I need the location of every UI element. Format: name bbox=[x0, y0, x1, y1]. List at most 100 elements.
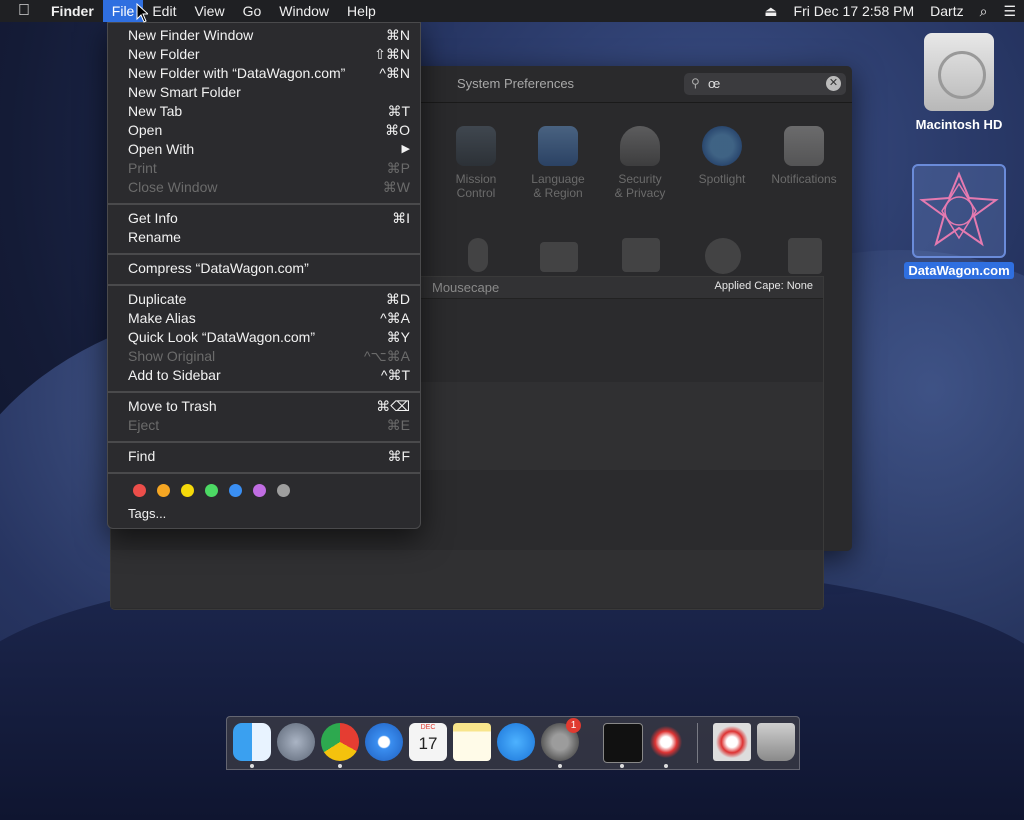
terminal-icon[interactable] bbox=[603, 723, 643, 763]
eject-icon[interactable]: ⏏ bbox=[756, 3, 785, 20]
menu-item-find[interactable]: Find ⌘F bbox=[108, 447, 420, 466]
menu-separator bbox=[108, 203, 420, 205]
desktop-icon-macintosh-hd[interactable]: Macintosh HD bbox=[904, 33, 1014, 132]
startup-disk-icon[interactable] bbox=[788, 238, 822, 274]
running-indicator bbox=[250, 764, 254, 768]
list-row[interactable] bbox=[111, 550, 823, 608]
search-value: œ bbox=[708, 76, 721, 91]
pref-notifications[interactable]: Notifications bbox=[764, 126, 844, 186]
menu-item-show-original: Show Original ^⌥⌘A bbox=[128, 348, 410, 364]
cursor-icon bbox=[136, 3, 148, 23]
spotlight-search-icon[interactable]: ⌕ bbox=[972, 3, 996, 20]
menu-help[interactable]: Help bbox=[338, 0, 385, 22]
menu-go[interactable]: Go bbox=[234, 0, 271, 22]
menu-item-open-with[interactable]: Open With ▶ bbox=[108, 140, 420, 159]
mousecape-icon[interactable] bbox=[647, 723, 685, 761]
menu-bar:  Finder File Edit View Go Window Help ⏏… bbox=[0, 0, 1024, 22]
menu-item-tags[interactable]: Tags... bbox=[108, 504, 420, 523]
running-indicator bbox=[620, 764, 624, 768]
app-store-icon[interactable] bbox=[497, 723, 535, 761]
search-input[interactable]: ⚲ œ ✕ bbox=[684, 73, 846, 95]
menu-separator bbox=[108, 253, 420, 255]
calendar-icon[interactable]: DEC 17 bbox=[409, 723, 447, 761]
menu-edit[interactable]: Edit bbox=[143, 0, 185, 22]
menu-item-quick-look[interactable]: Quick Look “DataWagon.com” ⌘Y bbox=[108, 328, 420, 347]
menu-finder[interactable]: Finder bbox=[42, 0, 103, 22]
pref-label: Language & Region bbox=[531, 172, 585, 200]
menu-item-make-alias[interactable]: Make Alias ^⌘A bbox=[108, 309, 420, 328]
menu-item-open[interactable]: Open ⌘O bbox=[108, 121, 420, 140]
menu-item-compress[interactable]: Compress “DataWagon.com” bbox=[108, 259, 420, 278]
menu-view[interactable]: View bbox=[185, 0, 233, 22]
safari-icon[interactable] bbox=[365, 723, 403, 761]
menu-item-move-to-trash[interactable]: Move to Trash ⌘⌫ bbox=[108, 397, 420, 416]
notification-badge: 1 bbox=[566, 718, 581, 733]
search-icon: ⚲ bbox=[691, 76, 700, 90]
pref-language-region[interactable]: Language & Region bbox=[518, 126, 598, 200]
pref-label: Spotlight bbox=[698, 172, 746, 186]
menu-item-new-finder-window[interactable]: New Finder Window ⌘N bbox=[108, 26, 420, 45]
launchpad-icon[interactable] bbox=[277, 723, 315, 761]
menu-item-new-smart-folder[interactable]: New Smart Folder bbox=[108, 83, 420, 102]
menu-item-print: Print ⌘P bbox=[128, 160, 410, 176]
menu-item-new-tab[interactable]: New Tab ⌘T bbox=[108, 102, 420, 121]
globe-flag-icon bbox=[538, 126, 578, 166]
applied-cape: Applied Cape: None bbox=[714, 280, 813, 292]
trackpad-icon[interactable] bbox=[540, 242, 578, 272]
running-indicator bbox=[664, 764, 668, 768]
menu-separator bbox=[108, 441, 420, 443]
menu-separator bbox=[108, 284, 420, 286]
divider bbox=[400, 102, 852, 103]
desktop-icon-label: DataWagon.com bbox=[904, 262, 1014, 279]
menu-item-get-info[interactable]: Get Info ⌘I bbox=[108, 209, 420, 228]
tag-blue[interactable] bbox=[229, 484, 242, 497]
notifications-icon bbox=[784, 126, 824, 166]
notes-icon[interactable] bbox=[453, 723, 491, 761]
menu-separator bbox=[108, 472, 420, 474]
menu-item-close-window: Close Window ⌘W bbox=[128, 179, 410, 195]
running-indicator bbox=[558, 764, 562, 768]
menu-item-duplicate[interactable]: Duplicate ⌘D bbox=[108, 290, 420, 309]
menu-window[interactable]: Window bbox=[270, 0, 338, 22]
apple-menu-icon[interactable]:  bbox=[0, 0, 42, 22]
mousecape-title: Mousecape bbox=[432, 280, 500, 295]
menu-item-eject: Eject ⌘E bbox=[128, 417, 410, 433]
chrome-icon[interactable] bbox=[321, 723, 359, 761]
mouse-icon[interactable] bbox=[468, 238, 488, 272]
user-name[interactable]: Dartz bbox=[922, 3, 971, 19]
finder-icon[interactable] bbox=[233, 723, 271, 761]
dock: DEC 17 1 bbox=[226, 716, 800, 770]
pref-mission-control[interactable]: Mission Control bbox=[436, 126, 516, 200]
trash-icon[interactable] bbox=[757, 723, 795, 761]
datawagon-file-icon bbox=[912, 164, 1006, 258]
menu-item-add-to-sidebar[interactable]: Add to Sidebar ^⌘T bbox=[108, 366, 420, 385]
menu-item-rename[interactable]: Rename bbox=[108, 228, 420, 247]
calendar-day: 17 bbox=[418, 734, 438, 753]
clock[interactable]: Fri Dec 17 2:58 PM bbox=[786, 3, 923, 19]
desktop-icon-datawagon[interactable]: DataWagon.com bbox=[904, 164, 1014, 279]
menu-item-new-folder-with-selection[interactable]: New Folder with “DataWagon.com” ^⌘N bbox=[108, 64, 420, 83]
tag-red[interactable] bbox=[133, 484, 146, 497]
tag-orange[interactable] bbox=[157, 484, 170, 497]
submenu-arrow-icon: ▶ bbox=[401, 143, 410, 155]
pref-spotlight[interactable]: Spotlight bbox=[682, 126, 762, 186]
notification-center-icon[interactable]: ☰ bbox=[995, 3, 1024, 20]
hard-drive-icon bbox=[924, 33, 994, 111]
mousecape-doc-icon[interactable] bbox=[713, 723, 751, 761]
printer-icon[interactable] bbox=[622, 238, 660, 272]
tag-purple[interactable] bbox=[253, 484, 266, 497]
tag-gray[interactable] bbox=[277, 484, 290, 497]
pref-security-privacy[interactable]: Security & Privacy bbox=[600, 126, 680, 200]
calendar-month: DEC bbox=[420, 724, 436, 731]
tag-green[interactable] bbox=[205, 484, 218, 497]
tag-yellow[interactable] bbox=[181, 484, 194, 497]
dock-separator bbox=[697, 723, 698, 763]
running-indicator bbox=[338, 764, 342, 768]
sound-icon[interactable] bbox=[705, 238, 741, 274]
mission-control-icon bbox=[456, 126, 496, 166]
menu-item-new-folder[interactable]: New Folder ⇧⌘N bbox=[108, 45, 420, 64]
clear-search-icon[interactable]: ✕ bbox=[826, 76, 841, 91]
pref-label: Mission Control bbox=[455, 172, 497, 200]
file-menu: New Finder Window ⌘N New Folder ⇧⌘N New Fo… bbox=[107, 22, 421, 529]
desktop-icon-label: Macintosh HD bbox=[915, 117, 1003, 132]
